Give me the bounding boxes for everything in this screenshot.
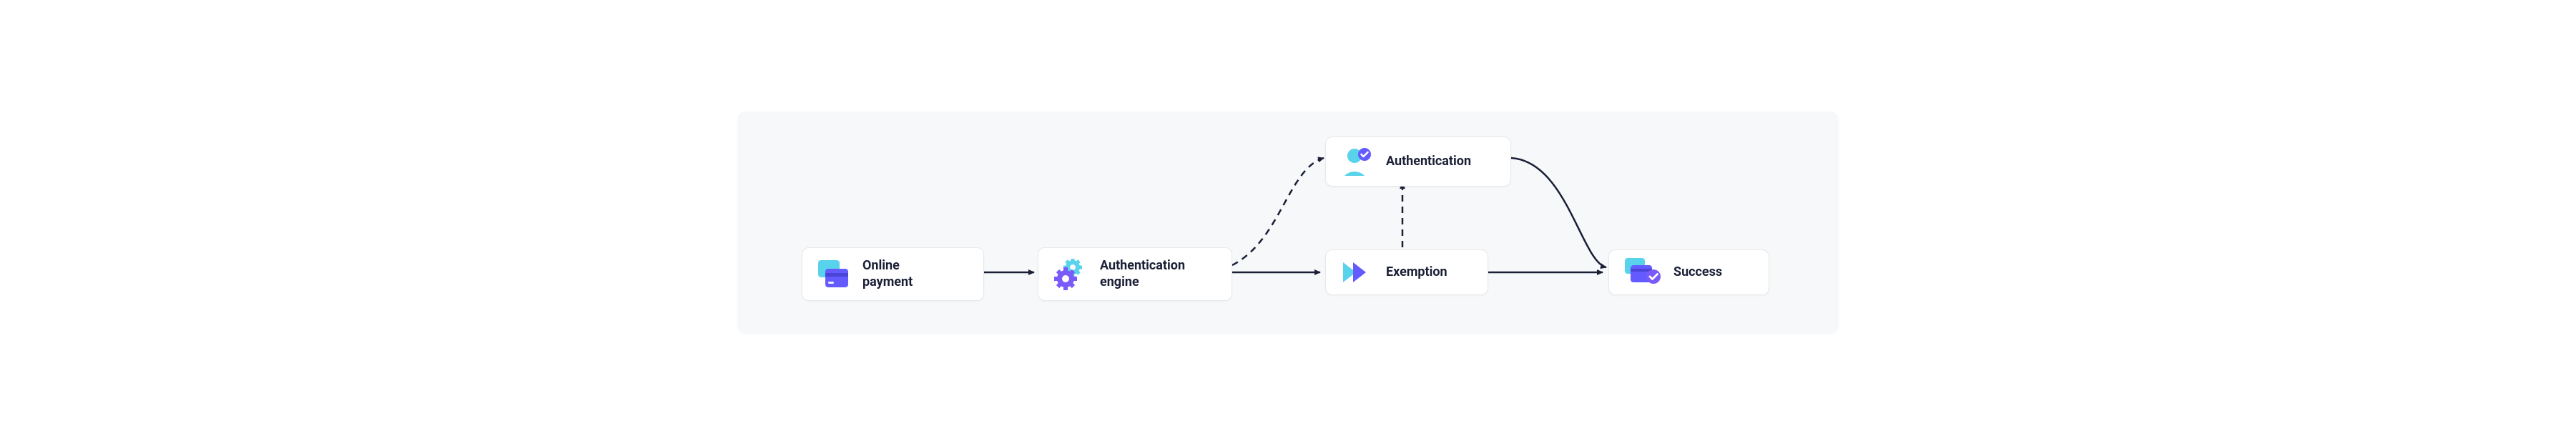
card-icon: [818, 260, 850, 289]
node-auth-engine: Authentication engine: [1038, 247, 1232, 301]
play-forward-icon: [1342, 259, 1373, 285]
node-label: Online payment: [862, 258, 913, 290]
node-success: Success: [1608, 249, 1769, 295]
node-exemption: Exemption: [1325, 249, 1488, 295]
gears-icon: [1054, 259, 1087, 290]
node-label: Success: [1673, 264, 1722, 281]
node-label: Authentication: [1386, 154, 1471, 170]
person-check-icon: [1342, 147, 1373, 176]
node-authentication: Authentication: [1325, 137, 1511, 187]
node-label: Exemption: [1386, 264, 1447, 281]
node-label: Authentication engine: [1100, 258, 1185, 290]
flow-diagram: Online payment: [737, 112, 1839, 334]
arrow-layer: [737, 112, 1839, 334]
node-online-payment: Online payment: [802, 247, 984, 301]
edge-engine-to-authentication: [1232, 158, 1324, 265]
card-success-icon: [1625, 258, 1661, 287]
edge-authentication-to-success: [1511, 158, 1606, 267]
